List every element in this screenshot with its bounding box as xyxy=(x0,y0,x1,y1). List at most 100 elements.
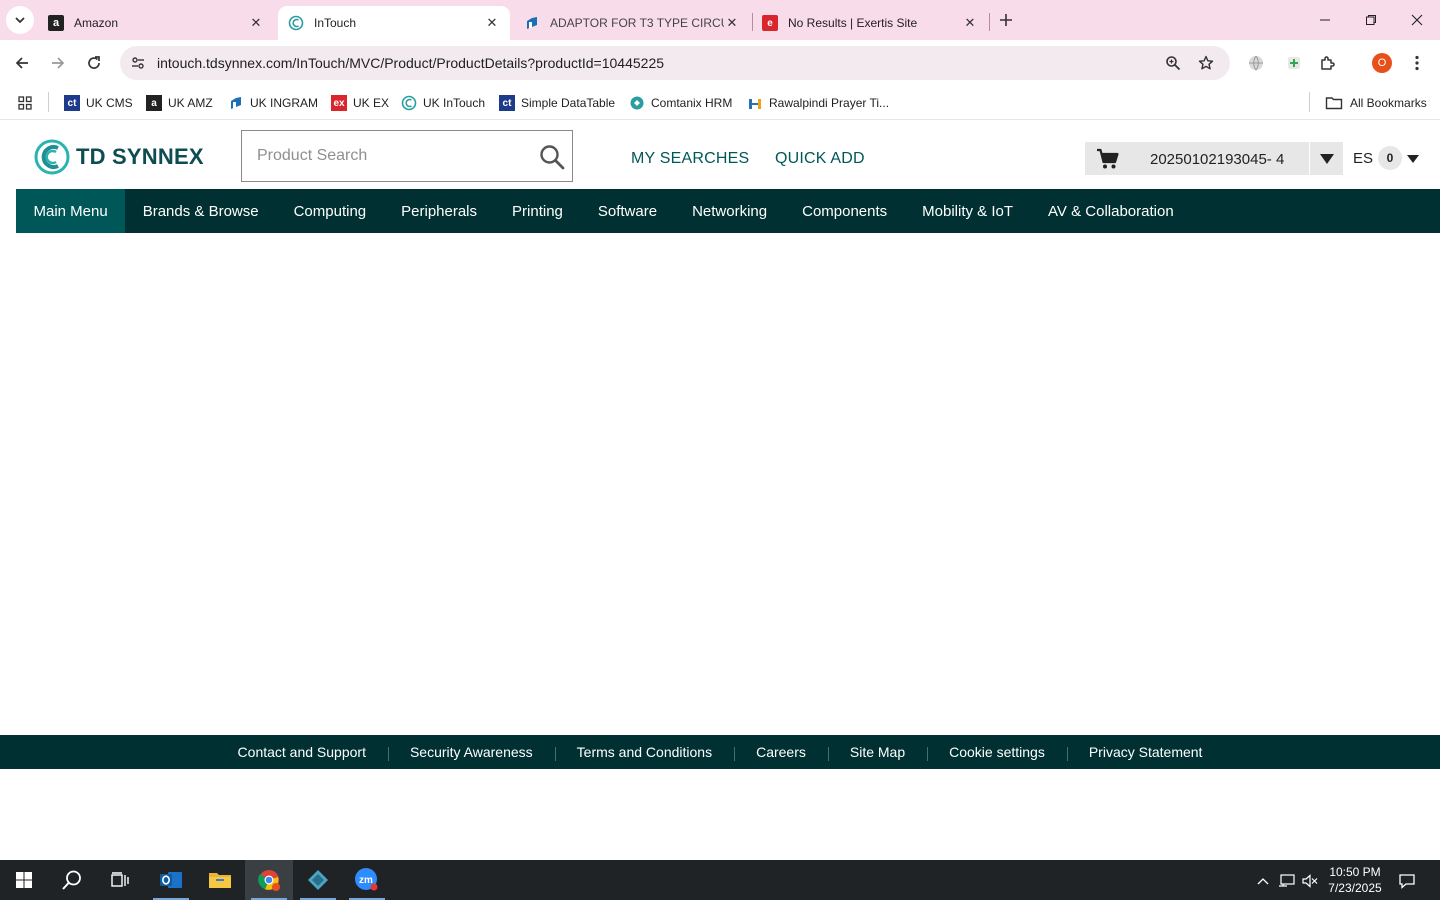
bookmark-label: Rawalpindi Prayer Ti... xyxy=(769,96,890,110)
td-synnex-logo-icon xyxy=(34,139,70,175)
tab-separator xyxy=(989,13,990,31)
extension-plus-icon[interactable] xyxy=(1282,51,1306,75)
minimize-button[interactable] xyxy=(1302,0,1348,40)
product-search xyxy=(241,130,573,182)
taskbar-outlook[interactable] xyxy=(147,860,195,900)
bookmark-separator xyxy=(1309,92,1310,112)
footer-terms-conditions[interactable]: Terms and Conditions xyxy=(554,744,734,761)
cart-selector[interactable]: 20250102193045- 4 xyxy=(1085,142,1343,175)
tab-amazon[interactable]: a Amazon ✕ xyxy=(38,6,274,40)
tab-adaptor[interactable]: ADAPTOR FOR T3 TYPE CIRCUIT ✕ xyxy=(514,6,750,40)
bookmark-uk-amz[interactable]: a UK AMZ xyxy=(146,92,213,114)
bookmark-uk-cms[interactable]: ct UK CMS xyxy=(64,92,133,114)
close-icon[interactable]: ✕ xyxy=(248,15,264,31)
back-button[interactable] xyxy=(8,49,36,77)
footer-cookie-settings[interactable]: Cookie settings xyxy=(927,744,1067,761)
taskbar-search-button[interactable] xyxy=(48,860,96,900)
apps-button[interactable] xyxy=(17,92,33,114)
chevron-down-icon xyxy=(15,17,25,24)
amazon-icon: a xyxy=(146,95,162,111)
nav-computing[interactable]: Computing xyxy=(276,189,384,233)
nav-av-collaboration[interactable]: AV & Collaboration xyxy=(1031,189,1192,233)
restore-button[interactable] xyxy=(1348,0,1394,40)
svg-text:zm: zm xyxy=(359,875,373,886)
taskbar-file-explorer[interactable] xyxy=(196,860,244,900)
nav-mobility-iot[interactable]: Mobility & IoT xyxy=(905,189,1031,233)
taskbar-zoom[interactable]: zm xyxy=(343,860,391,900)
tab-exertis[interactable]: e No Results | Exertis Site ✕ xyxy=(752,6,988,40)
site-header: TD SYNNEX MY SEARCHES QUICK ADD 20250102… xyxy=(0,121,1440,189)
start-button[interactable] xyxy=(0,860,48,900)
search-button[interactable] xyxy=(538,143,566,171)
network-icon[interactable] xyxy=(1278,872,1296,890)
notification-center-icon[interactable] xyxy=(1398,872,1416,890)
tab-search-button[interactable] xyxy=(6,6,34,34)
address-bar[interactable]: intouch.tdsynnex.com/InTouch/MVC/Product… xyxy=(120,46,1230,80)
close-icon xyxy=(1411,14,1423,26)
my-searches-link[interactable]: MY SEARCHES xyxy=(631,150,749,168)
search-icon xyxy=(62,870,81,890)
footer-site-map[interactable]: Site Map xyxy=(827,744,927,761)
td-synnex-logo[interactable]: TD SYNNEX xyxy=(34,139,204,175)
forward-button[interactable] xyxy=(44,49,72,77)
taskbar-chrome[interactable] xyxy=(245,860,293,900)
product-search-input[interactable] xyxy=(242,131,532,181)
footer-security-awareness[interactable]: Security Awareness xyxy=(387,744,555,761)
url-text[interactable]: intouch.tdsynnex.com/InTouch/MVC/Product… xyxy=(157,55,664,71)
arrow-left-icon xyxy=(15,57,28,69)
speaker-muted-icon[interactable] xyxy=(1301,872,1319,890)
folder-icon xyxy=(1325,97,1343,110)
comtanix-icon xyxy=(629,95,645,111)
nav-software[interactable]: Software xyxy=(580,189,674,233)
star-icon[interactable] xyxy=(1196,53,1216,73)
nav-main-menu[interactable]: Main Menu xyxy=(16,189,126,233)
bookmark-uk-intouch[interactable]: UK InTouch xyxy=(401,92,485,114)
task-view-button[interactable] xyxy=(96,860,144,900)
close-icon[interactable]: ✕ xyxy=(962,15,978,31)
footer-careers[interactable]: Careers xyxy=(734,744,828,761)
chevron-up-icon[interactable] xyxy=(1254,872,1272,890)
close-icon[interactable]: ✕ xyxy=(484,15,500,31)
bookmark-comtanix-hrm[interactable]: Comtanix HRM xyxy=(629,92,732,114)
quick-add-link[interactable]: QUICK ADD xyxy=(775,150,865,168)
apps-grid-icon xyxy=(18,96,32,110)
new-tab-button[interactable] xyxy=(994,8,1018,32)
bookmark-uk-ex[interactable]: ex UK EX xyxy=(331,92,389,114)
bookmark-label: UK EX xyxy=(353,96,390,110)
plus-icon xyxy=(1000,14,1012,26)
search-icon xyxy=(540,145,565,170)
caret-down-icon[interactable] xyxy=(1406,153,1420,165)
bookmark-simple-datatable[interactable]: ct Simple DataTable xyxy=(499,92,615,114)
kebab-menu-icon[interactable] xyxy=(1405,51,1429,75)
nav-peripherals[interactable]: Peripherals xyxy=(384,189,495,233)
close-icon[interactable]: ✕ xyxy=(724,15,740,31)
nav-networking[interactable]: Networking xyxy=(675,189,785,233)
close-window-button[interactable] xyxy=(1394,0,1440,40)
taskbar-app-diamond[interactable] xyxy=(294,860,342,900)
ingram-icon xyxy=(524,15,540,31)
nav-components[interactable]: Components xyxy=(785,189,905,233)
reload-button[interactable] xyxy=(80,49,108,77)
tab-intouch[interactable]: InTouch ✕ xyxy=(278,6,510,40)
all-bookmarks-button[interactable]: All Bookmarks xyxy=(1325,92,1427,114)
footer-privacy-statement[interactable]: Privacy Statement xyxy=(1066,744,1225,761)
extensions-puzzle-icon[interactable] xyxy=(1316,51,1340,75)
windows-logo-icon xyxy=(16,872,32,888)
logo-text: TD SYNNEX xyxy=(76,144,204,169)
profile-avatar[interactable]: O xyxy=(1372,53,1392,73)
system-clock[interactable]: 10:50 PM 7/23/2025 xyxy=(1320,864,1390,896)
browser-tab-strip: a Amazon ✕ InTouch ✕ ADAPTOR FOR T3 TYPE… xyxy=(0,0,1440,40)
bookmark-uk-ingram[interactable]: UK INGRAM xyxy=(228,92,318,114)
footer-contact-support[interactable]: Contact and Support xyxy=(216,744,388,760)
site-info-icon[interactable] xyxy=(128,53,148,73)
cart-dropdown-button[interactable] xyxy=(1309,142,1343,175)
zoom-icon[interactable] xyxy=(1163,53,1183,73)
translate-extension-icon[interactable] xyxy=(1244,51,1268,75)
nav-brands-browse[interactable]: Brands & Browse xyxy=(125,189,276,233)
minimize-icon xyxy=(1320,19,1330,21)
tab-title: ADAPTOR FOR T3 TYPE CIRCUIT xyxy=(550,16,724,30)
bookmark-rawalpindi-prayer[interactable]: Rawalpindi Prayer Ti... xyxy=(747,92,889,114)
bookmark-label: UK INGRAM xyxy=(250,96,319,110)
nav-printing[interactable]: Printing xyxy=(495,189,581,233)
language-selector[interactable]: ES xyxy=(1353,150,1373,167)
